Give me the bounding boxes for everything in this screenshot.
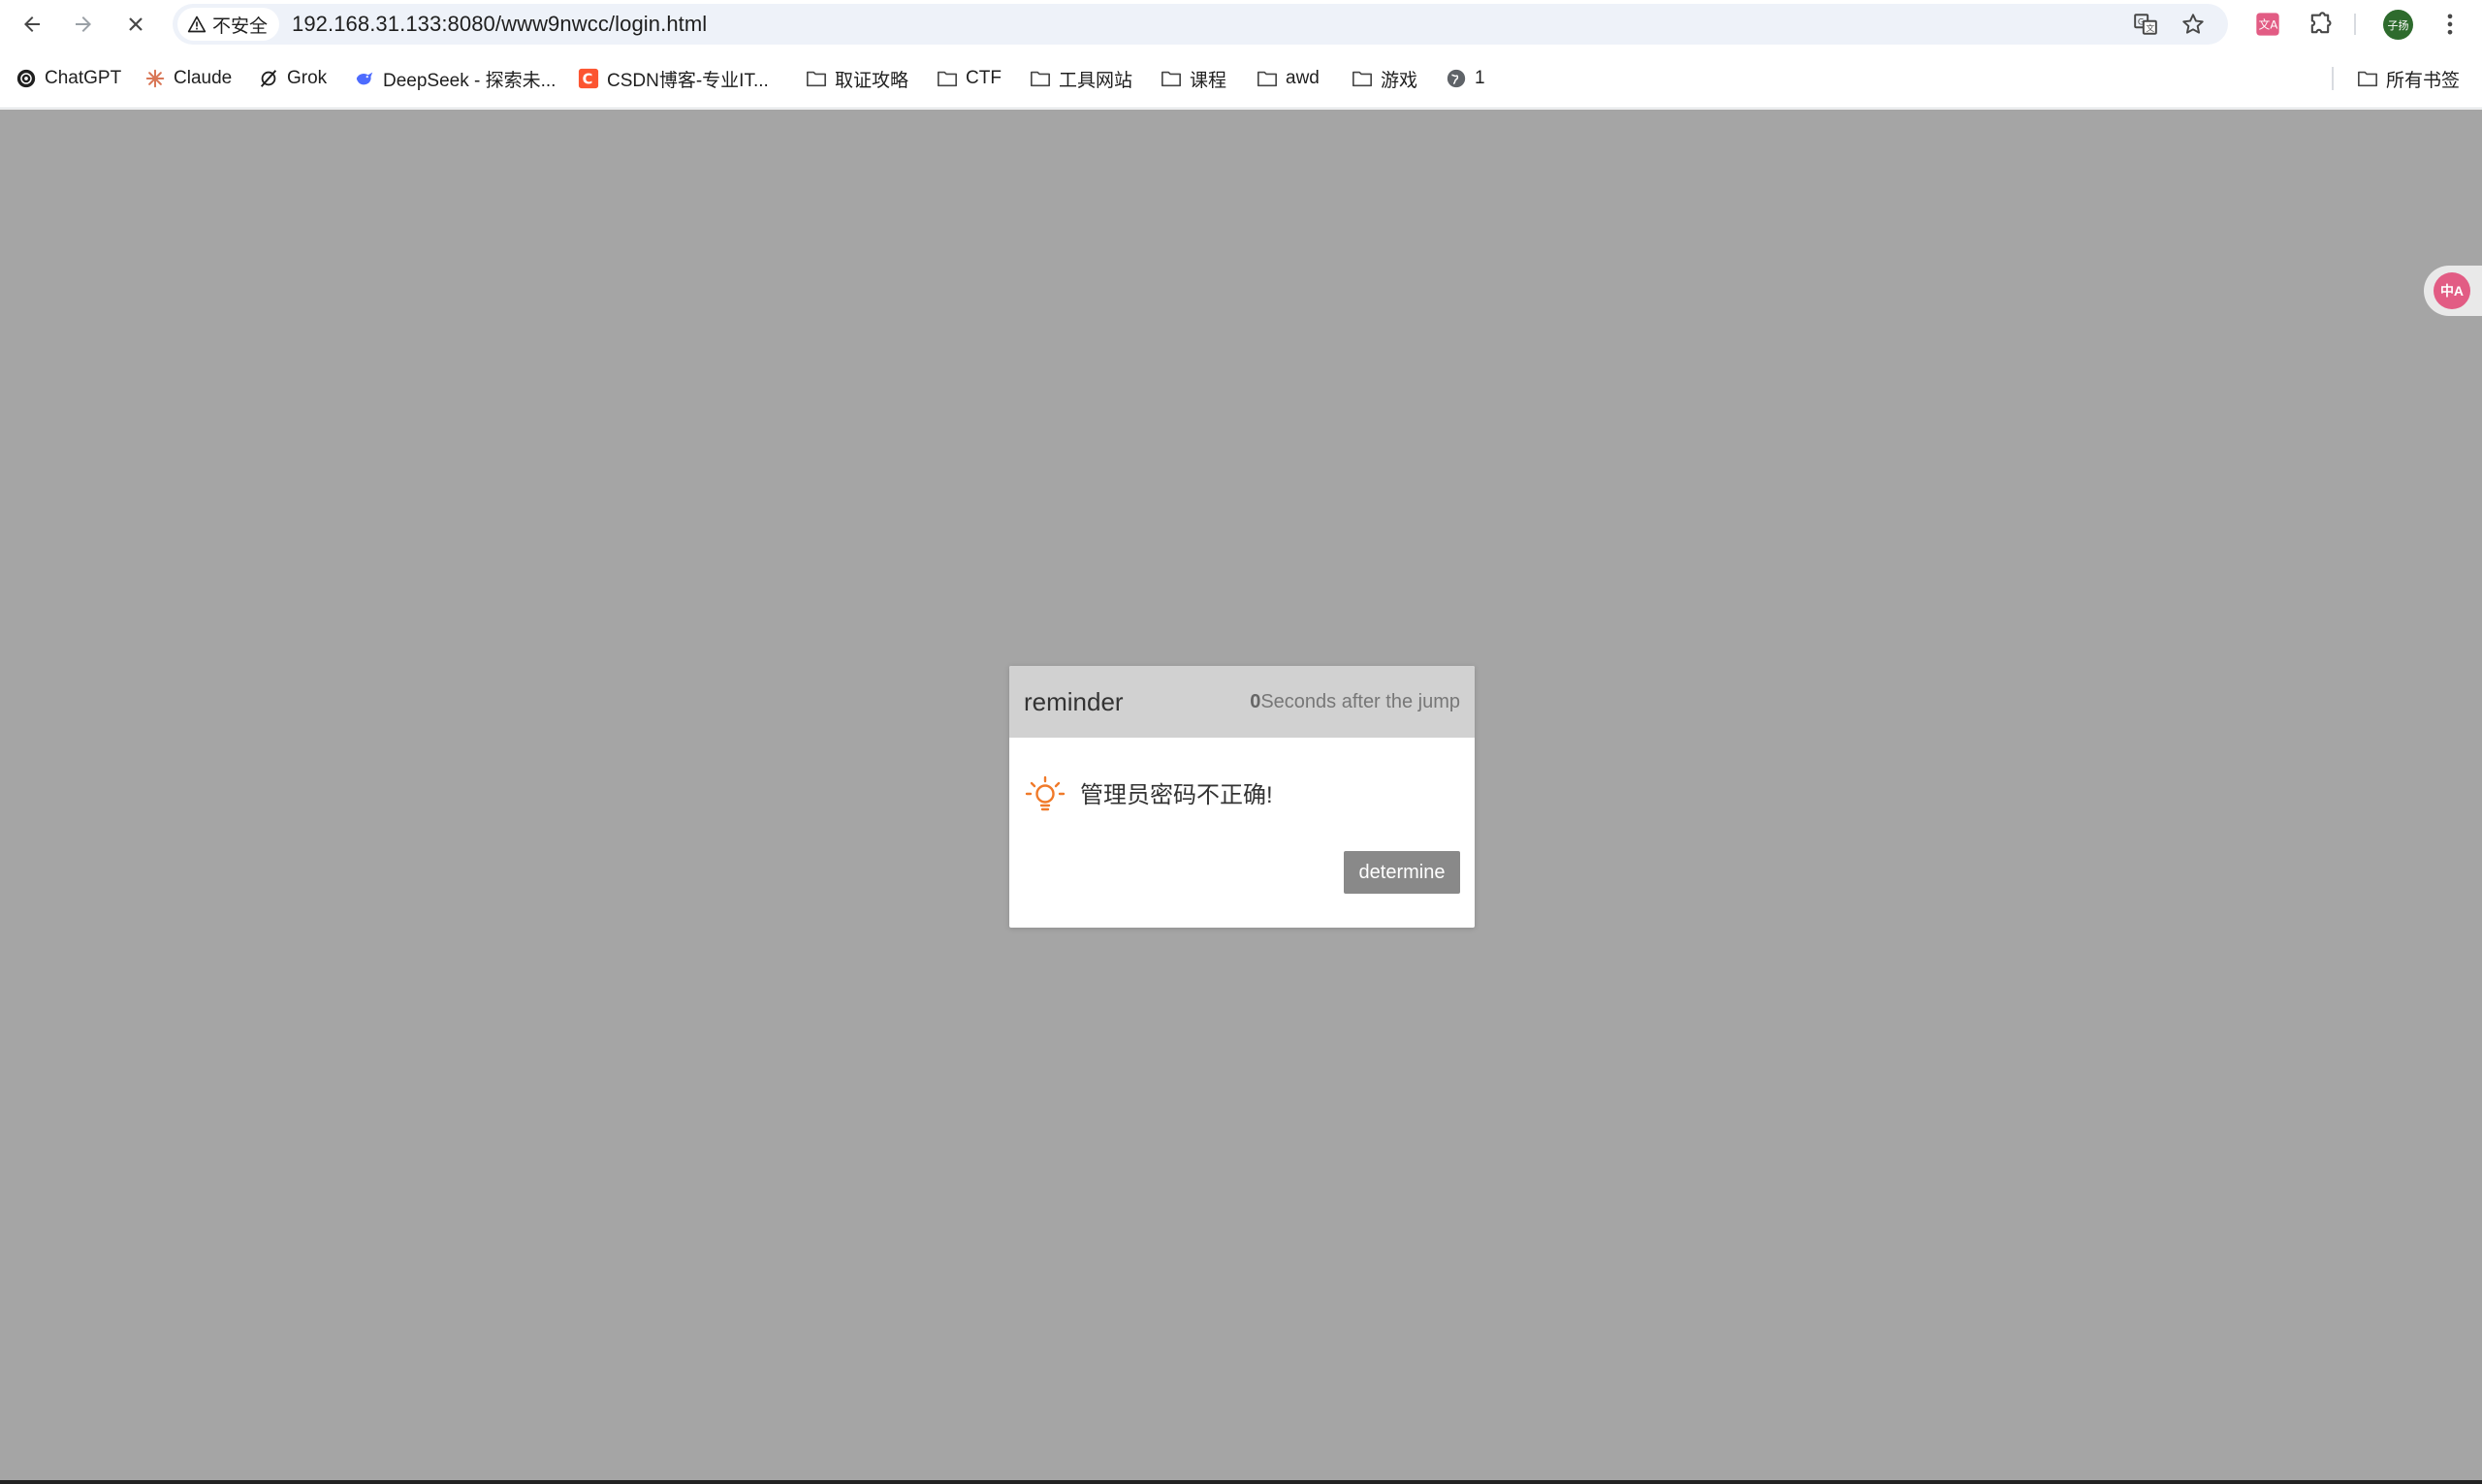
bookmark-1[interactable]: 1 bbox=[1446, 62, 1485, 95]
translate-extension-icon: 文A bbox=[2256, 13, 2279, 36]
puzzle-icon bbox=[2310, 12, 2332, 34]
bookmark-csdn[interactable]: C CSDN博客-专业IT... bbox=[578, 62, 769, 95]
claude-icon bbox=[144, 68, 166, 89]
countdown-text: Seconds after the jump bbox=[1260, 691, 1460, 712]
svg-text:C: C bbox=[583, 72, 593, 88]
svg-text:文: 文 bbox=[2147, 22, 2155, 34]
more-vertical-icon bbox=[2447, 14, 2453, 35]
globe-icon bbox=[1446, 68, 1467, 89]
extensions-button[interactable] bbox=[2304, 8, 2337, 41]
profile-initials: 子扬 bbox=[2387, 19, 2409, 32]
bookmark-folder-courses[interactable]: 课程 bbox=[1161, 62, 1226, 95]
forward-arrow-icon bbox=[76, 16, 91, 32]
bookmark-folder-forensics[interactable]: 取证攻略 bbox=[806, 62, 908, 95]
close-icon bbox=[129, 17, 143, 31]
stop-loading-button[interactable] bbox=[117, 6, 154, 43]
all-bookmarks-button[interactable]: 所有书签 bbox=[2357, 62, 2460, 95]
back-arrow-icon bbox=[24, 16, 40, 32]
grok-icon bbox=[258, 68, 279, 89]
floating-translate-button[interactable]: 中A bbox=[2424, 266, 2482, 316]
url-text[interactable]: 192.168.31.133:8080/www9nwcc/login.html bbox=[292, 4, 707, 45]
chatgpt-icon bbox=[16, 68, 37, 89]
bookmark-star-button[interactable] bbox=[2179, 10, 2208, 39]
taskbar-edge bbox=[0, 1480, 2482, 1484]
browser-menu-button[interactable] bbox=[2434, 8, 2466, 41]
bookmarks-divider bbox=[2332, 67, 2334, 90]
folder-icon bbox=[1161, 68, 1182, 89]
determine-button[interactable]: determine bbox=[1344, 851, 1460, 894]
bookmarks-bar: ChatGPT Claude Grok DeepSeek - 探索未... C … bbox=[0, 48, 2482, 109]
star-icon bbox=[2182, 14, 2204, 34]
bookmark-grok[interactable]: Grok bbox=[258, 62, 327, 95]
bookmark-claude[interactable]: Claude bbox=[144, 62, 232, 95]
bookmark-folder-tools[interactable]: 工具网站 bbox=[1030, 62, 1132, 95]
translate-extension-button[interactable]: 文A bbox=[2251, 8, 2284, 41]
warning-icon bbox=[187, 16, 207, 33]
dialog-message: 管理员密码不正确! bbox=[1080, 782, 1273, 808]
forward-button[interactable] bbox=[65, 6, 102, 43]
countdown-number: 0 bbox=[1250, 691, 1261, 712]
security-indicator[interactable]: 不安全 bbox=[177, 8, 280, 41]
toolbar-divider bbox=[2354, 14, 2356, 35]
folder-icon bbox=[1352, 68, 1373, 89]
dialog-title: reminder bbox=[1024, 687, 1124, 716]
folder-icon bbox=[806, 68, 827, 89]
security-label: 不安全 bbox=[212, 16, 269, 37]
csdn-icon: C bbox=[578, 68, 599, 89]
back-button[interactable] bbox=[14, 6, 50, 43]
reminder-dialog: reminder 0Seconds after the jump 管理员密码不正… bbox=[1009, 666, 1475, 928]
redirect-countdown: 0Seconds after the jump bbox=[1250, 666, 1460, 738]
bookmark-chatgpt[interactable]: ChatGPT bbox=[16, 62, 121, 95]
profile-avatar[interactable]: 子扬 bbox=[2383, 10, 2413, 40]
browser-toolbar: 不安全 192.168.31.133:8080/www9nwcc/login.h… bbox=[0, 0, 2482, 48]
translate-float-icon: 中A bbox=[2434, 272, 2470, 309]
translate-page-button[interactable]: G文 bbox=[2131, 10, 2160, 39]
dialog-header[interactable]: reminder 0Seconds after the jump bbox=[1009, 666, 1475, 738]
bookmark-folder-ctf[interactable]: CTF bbox=[937, 62, 1002, 95]
folder-icon bbox=[2357, 68, 2378, 89]
bookmark-folder-games[interactable]: 游戏 bbox=[1352, 62, 1417, 95]
address-bar[interactable]: 不安全 192.168.31.133:8080/www9nwcc/login.h… bbox=[173, 4, 2228, 45]
bookmark-folder-awd[interactable]: awd bbox=[1257, 62, 1320, 95]
folder-icon bbox=[1257, 68, 1278, 89]
svg-text:文A: 文A bbox=[2259, 18, 2278, 32]
deepseek-icon bbox=[354, 68, 375, 89]
translate-icon: G文 bbox=[2134, 14, 2157, 35]
folder-icon bbox=[1030, 68, 1051, 89]
bookmark-deepseek[interactable]: DeepSeek - 探索未... bbox=[354, 62, 556, 95]
lightbulb-icon bbox=[1025, 775, 1066, 811]
folder-icon bbox=[937, 68, 958, 89]
